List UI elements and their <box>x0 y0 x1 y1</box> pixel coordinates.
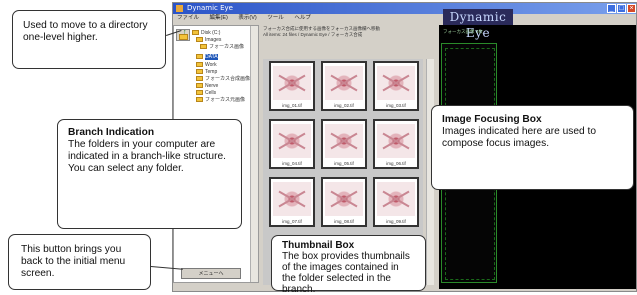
tree-item-selected[interactable]: DATA <box>196 54 218 61</box>
nerve-cell-image <box>325 66 363 100</box>
nerve-cell-image <box>377 182 415 216</box>
tree-item[interactable]: Disk (C:) <box>192 30 220 37</box>
callout-text: Used to move to a directory one-level hi… <box>23 20 148 43</box>
callout-title: Image Focusing Box <box>442 114 542 125</box>
menu-tools[interactable]: ツール <box>267 15 284 21</box>
nerve-cell-image <box>377 124 415 158</box>
nerve-cell-image <box>273 66 311 100</box>
thumbnail[interactable]: img_05.tif <box>321 119 367 169</box>
callout-image-focusing-box: Image Focusing Box Images indicated here… <box>431 105 634 190</box>
folder-icon <box>196 69 203 75</box>
nerve-cell-image <box>325 182 363 216</box>
nerve-cell-image <box>273 182 311 216</box>
tree-item[interactable]: フォーカス元画像 <box>196 97 245 104</box>
nerve-cell-image <box>325 124 363 158</box>
thumbnail[interactable]: img_01.tif <box>269 61 315 111</box>
minimize-button[interactable]: _ <box>607 4 616 13</box>
thumbnail[interactable]: img_03.tif <box>373 61 419 111</box>
folder-icon <box>196 54 203 60</box>
folder-icon <box>196 90 203 96</box>
folder-icon <box>192 30 199 36</box>
brand-logo: Dynamic Eye <box>443 9 513 40</box>
callout-title: Thumbnail Box <box>282 240 355 251</box>
tree-item[interactable]: Temp <box>196 69 217 76</box>
tree-scrollbar[interactable] <box>250 26 258 282</box>
menu-edit[interactable]: 編集(E) <box>210 15 228 21</box>
tree-item[interactable]: Nerve <box>196 83 218 90</box>
window-title: Dynamic Eye <box>187 4 233 12</box>
maximize-button[interactable]: □ <box>617 4 626 13</box>
folder-icon <box>196 37 203 43</box>
folder-icon <box>200 44 207 50</box>
callout-branch-indication: Branch Indication The folders in your co… <box>57 119 242 229</box>
thumbnail[interactable]: img_06.tif <box>373 119 419 169</box>
tree-item[interactable]: Work <box>196 62 217 69</box>
back-to-menu-button[interactable]: メニューへ <box>181 268 241 279</box>
thumbnail[interactable]: img_09.tif <box>373 177 419 227</box>
callout-text: This button brings you back to the initi… <box>21 244 126 279</box>
menu-bar: ファイル 編集(E) 表示(V) ツール ヘルプ <box>173 14 636 23</box>
tree-item[interactable]: フォーカス画像 <box>200 44 244 51</box>
callout-up-folder: Used to move to a directory one-level hi… <box>12 10 166 69</box>
callout-text: The box provides thumbnails of the image… <box>282 251 410 295</box>
callout-text: The folders in your computer are indicat… <box>68 139 226 174</box>
thumbnail[interactable]: img_02.tif <box>321 61 367 111</box>
folder-icon <box>196 76 203 82</box>
menu-view[interactable]: 表示(V) <box>238 15 256 21</box>
callout-text: Images indicated here are used to compos… <box>442 126 597 149</box>
thumbnail[interactable]: img_07.tif <box>269 177 315 227</box>
focus-header: フォーカス画像 2枚 <box>443 29 483 34</box>
callout-thumbnail-box: Thumbnail Box The box provides thumbnail… <box>271 235 426 295</box>
thumbnail[interactable]: img_04.tif <box>269 119 315 169</box>
thumbnail-header: フォーカス合成に使用する画像をフォーカス画像欄へ移動 All items: 24… <box>263 26 439 44</box>
tree-item[interactable]: Cells <box>196 90 216 97</box>
callout-title: Branch Indication <box>68 127 155 138</box>
menu-file[interactable]: ファイル <box>177 15 199 21</box>
header-line-2: All items: 24 files / Dynamic Eye / フォーカ… <box>263 31 363 37</box>
nerve-cell-image <box>273 124 311 158</box>
thumbnail[interactable]: img_08.tif <box>321 177 367 227</box>
title-bar: Dynamic Eye _ □ × <box>173 3 636 14</box>
up-arrow-icon: ↑ <box>183 29 187 36</box>
menu-help[interactable]: ヘルプ <box>294 15 311 21</box>
folder-icon <box>196 97 203 103</box>
callout-back-button: This button brings you back to the initi… <box>8 234 151 290</box>
folder-icon <box>196 83 203 89</box>
tree-item[interactable]: Images <box>196 37 221 44</box>
close-button[interactable]: × <box>627 4 636 13</box>
app-icon <box>176 5 183 12</box>
tree-item[interactable]: フォーカス合成画像 <box>196 76 250 83</box>
nerve-cell-image <box>377 66 415 100</box>
folder-icon <box>196 62 203 68</box>
